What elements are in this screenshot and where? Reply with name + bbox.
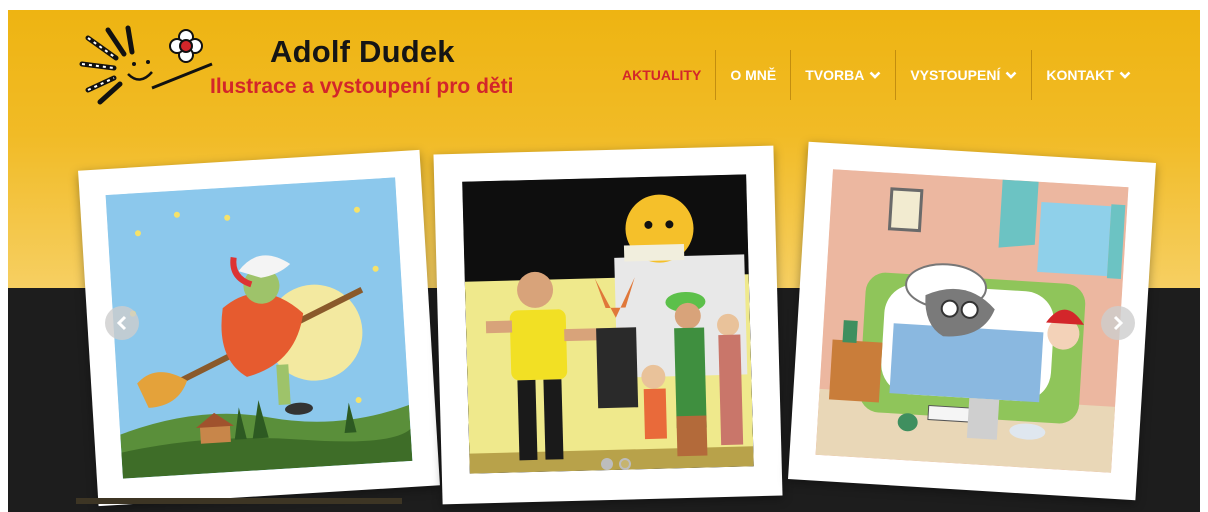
performance-photo-image: [462, 174, 754, 474]
slider-dot[interactable]: [601, 458, 613, 470]
site-title[interactable]: Adolf Dudek: [270, 34, 455, 70]
slider-pagination: [601, 458, 631, 470]
nav-item-vystoupeni[interactable]: VYSTOUPENÍ: [895, 50, 1031, 100]
slider-prev-button[interactable]: [105, 306, 139, 340]
main-nav: AKTUALITY O MNĚ TVORBA VYSTOUPENÍ KONTAK…: [608, 50, 1145, 100]
chevron-down-icon: [1119, 71, 1131, 79]
chevron-down-icon: [1005, 71, 1017, 79]
nav-item-o-mne[interactable]: O MNĚ: [715, 50, 790, 100]
nav-item-label: TVORBA: [805, 67, 865, 83]
content-bar: [76, 498, 402, 504]
slider-next-button[interactable]: [1101, 306, 1135, 340]
nav-item-label: VYSTOUPENÍ: [910, 67, 1001, 83]
page: Adolf Dudek Ilustrace a vystoupení pro d…: [8, 10, 1200, 512]
chevron-down-icon: [869, 71, 881, 79]
nav-item-label: AKTUALITY: [622, 67, 702, 83]
slider-dot[interactable]: [619, 458, 631, 470]
nav-item-aktuality[interactable]: AKTUALITY: [608, 50, 715, 100]
witch-illustration-image: [105, 177, 413, 479]
nav-item-label: O MNĚ: [730, 67, 777, 83]
sun-flower-logo-icon[interactable]: [78, 24, 218, 108]
wolf-illustration-image: [815, 169, 1129, 473]
chevron-right-icon: [1113, 315, 1124, 331]
slide-performance-photo[interactable]: [433, 145, 783, 505]
nav-item-tvorba[interactable]: TVORBA: [790, 50, 895, 100]
nav-item-label: KONTAKT: [1046, 67, 1114, 83]
chevron-left-icon: [116, 315, 127, 331]
nav-item-kontakt[interactable]: KONTAKT: [1031, 50, 1144, 100]
site-tagline: Ilustrace a vystoupení pro děti: [210, 75, 514, 98]
